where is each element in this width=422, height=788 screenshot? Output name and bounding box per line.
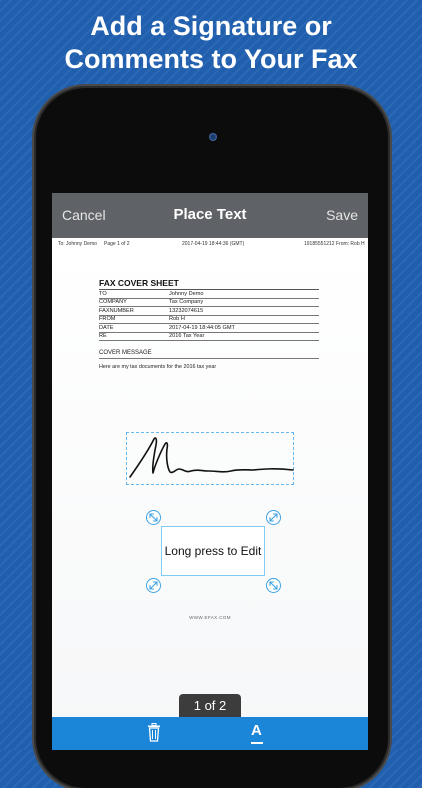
bottom-toolbar: A	[52, 717, 368, 750]
trash-icon[interactable]	[147, 723, 161, 747]
table-row: FAXNUMBER 13232074615	[99, 307, 319, 316]
camera-icon	[209, 133, 217, 141]
table-row: DATE 2017-04-19 18:44:05 GMT	[99, 324, 319, 333]
cover-message-title: COVER MESSAGE	[99, 350, 152, 356]
footer-url: WWW.EFAX.COM	[189, 615, 231, 620]
fax-header-page: Page 1 of 2	[104, 241, 130, 247]
promo-line-2: Comments to Your Fax	[64, 44, 358, 74]
resize-handle-top-right-icon[interactable]	[266, 510, 281, 525]
cover-sheet-title: FAX COVER SHEET	[99, 278, 179, 288]
table-row: TO Johnny Demo	[99, 290, 319, 299]
row-label: FROM	[99, 316, 116, 322]
app-screen: Cancel Place Text Save To: Johnny Demo P…	[52, 193, 368, 750]
row-label: FAXNUMBER	[99, 307, 134, 314]
signature-box[interactable]	[126, 432, 294, 485]
fax-header-line: To: Johnny Demo Page 1 of 2 2017-04-19 1…	[52, 241, 368, 249]
divider	[99, 358, 319, 359]
navigation-bar: Cancel Place Text Save	[52, 193, 368, 238]
font-icon[interactable]: A	[251, 722, 263, 744]
row-value: Johnny Demo	[169, 290, 204, 297]
text-annotation-box[interactable]: Long press to Edit	[161, 526, 265, 576]
signature-image	[129, 437, 294, 478]
page-title: Place Text	[173, 206, 247, 223]
row-value: 2016 Tax Year	[169, 333, 205, 339]
resize-handle-top-left-icon[interactable]	[146, 510, 161, 525]
cover-sheet-table: TO Johnny Demo COMPANY Tax Company FAXNU…	[99, 290, 319, 341]
row-value: 13232074615	[169, 307, 204, 314]
fax-header-to: To: Johnny Demo	[58, 241, 97, 247]
row-value: 2017-04-19 18:44:05 GMT	[169, 324, 235, 331]
table-row: COMPANY Tax Company	[99, 299, 319, 307]
row-label: RE	[99, 333, 107, 339]
underline-bar	[251, 742, 263, 744]
fax-header-date: 2017-04-19 18:44:36 (GMT)	[182, 241, 245, 247]
row-value: Tax Company	[169, 299, 204, 305]
row-label: COMPANY	[99, 299, 127, 305]
table-row: RE 2016 Tax Year	[99, 333, 319, 341]
resize-handle-bottom-right-icon[interactable]	[266, 578, 281, 593]
save-button[interactable]: Save	[326, 207, 358, 223]
row-label: DATE	[99, 324, 114, 331]
table-row: FROM Rob H	[99, 316, 319, 324]
row-label: TO	[99, 290, 107, 297]
page-indicator: 1 of 2	[179, 694, 241, 718]
cover-message-text: Here are my tax documents for the 2016 t…	[99, 364, 217, 370]
promo-headline: Add a Signature or Comments to Your Fax	[0, 10, 422, 76]
font-glyph: A	[251, 722, 262, 739]
promo-line-1: Add a Signature or	[90, 11, 332, 41]
fax-header-from: 19185551212 From: Rob H	[304, 241, 365, 247]
resize-handle-bottom-left-icon[interactable]	[146, 578, 161, 593]
row-value: Rob H	[169, 316, 185, 322]
